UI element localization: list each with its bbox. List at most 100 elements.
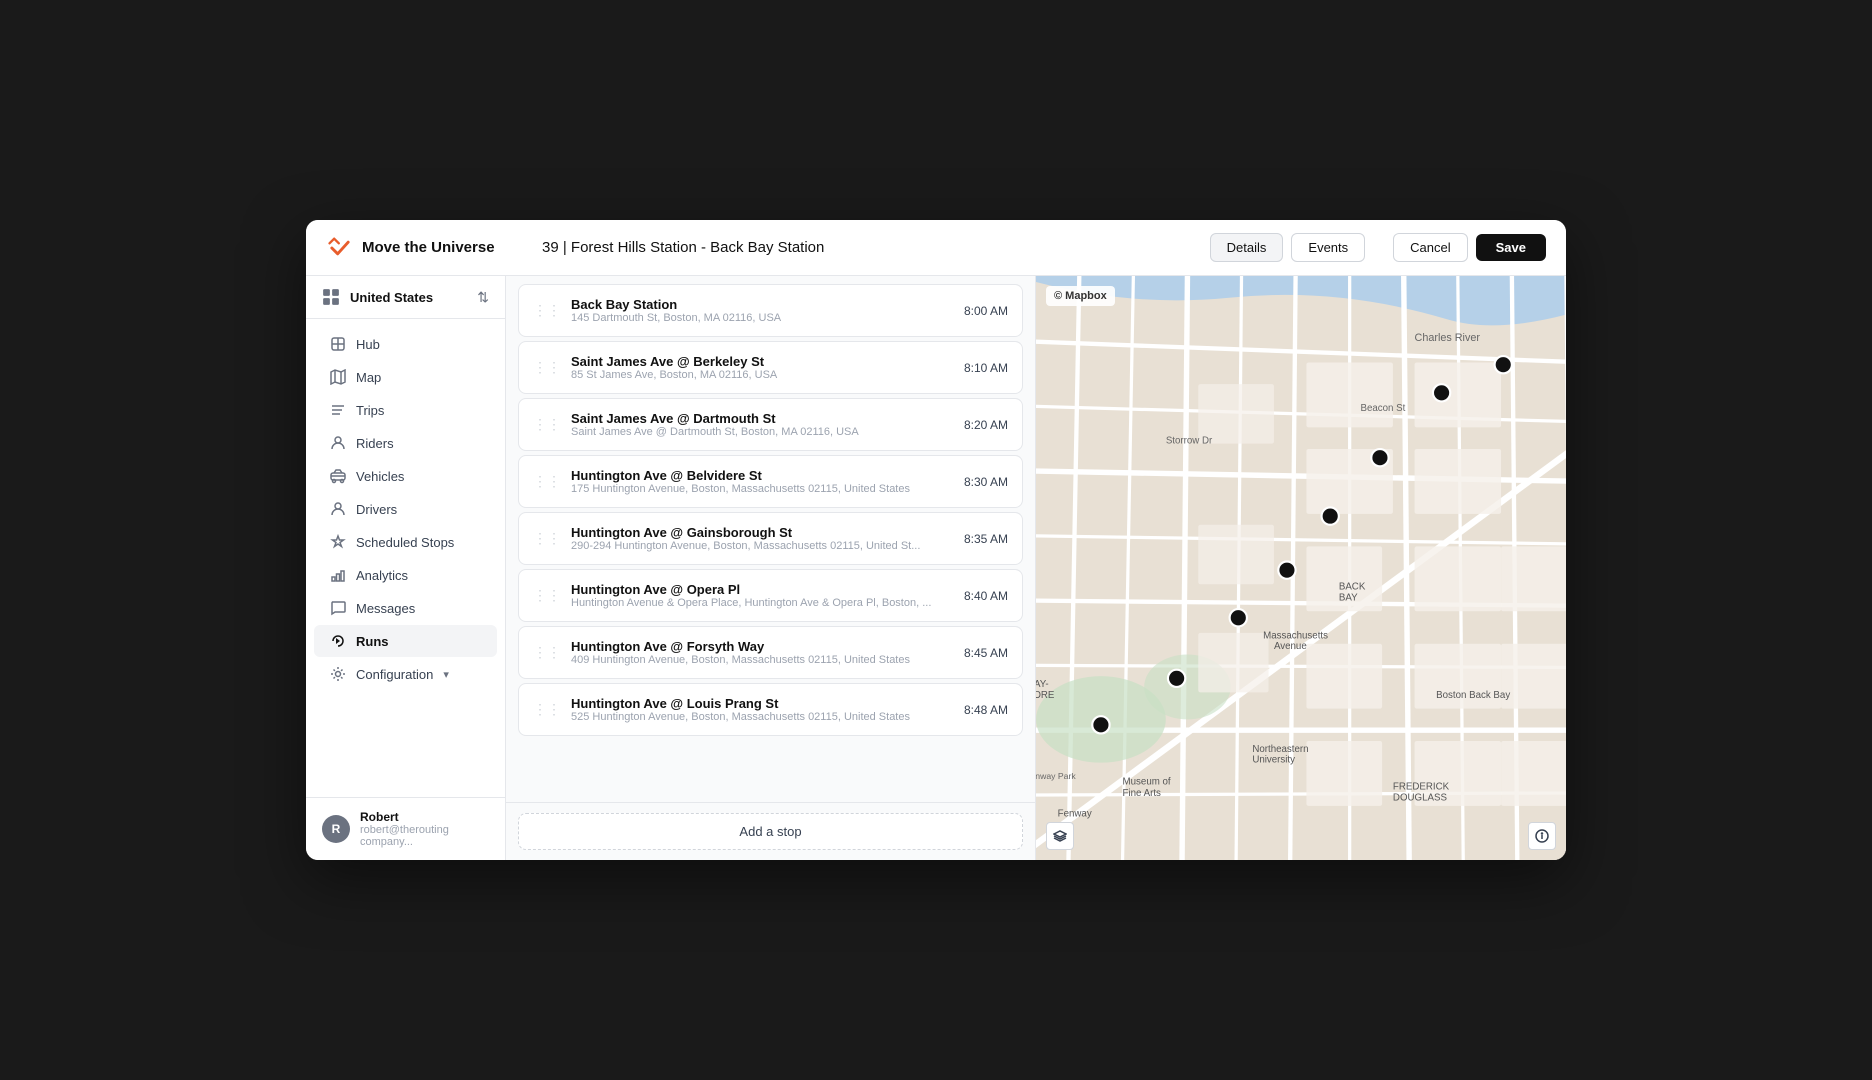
sidebar-item-configuration[interactable]: Configuration ▾	[314, 658, 497, 690]
stop-name: Saint James Ave @ Dartmouth St	[571, 411, 954, 426]
analytics-icon	[330, 567, 346, 583]
sidebar-item-label-analytics: Analytics	[356, 568, 408, 583]
sidebar: United States ⇅ Hub	[306, 276, 506, 860]
sidebar-item-trips[interactable]: Trips	[314, 394, 497, 426]
svg-text:Massachusetts: Massachusetts	[1263, 630, 1328, 641]
configuration-expand-icon: ▾	[443, 668, 449, 681]
stop-address: 525 Huntington Avenue, Boston, Massachus…	[571, 711, 954, 723]
sidebar-item-label-messages: Messages	[356, 601, 415, 616]
sidebar-item-vehicles[interactable]: Vehicles	[314, 460, 497, 492]
hub-icon	[330, 336, 346, 352]
svg-text:WAY-: WAY-	[1036, 679, 1049, 690]
map-layers-button[interactable]	[1046, 822, 1074, 850]
add-stop-button[interactable]: Add a stop	[518, 813, 1023, 850]
stop-time: 8:10 AM	[964, 361, 1008, 375]
stop-address: 145 Dartmouth St, Boston, MA 02116, USA	[571, 312, 954, 324]
map-svg: BACK BAY Boston Back Bay Northeastern Un…	[1036, 276, 1566, 860]
drag-handle-icon: ⋮⋮	[533, 530, 561, 547]
stop-name: Huntington Ave @ Louis Prang St	[571, 696, 954, 711]
messages-icon	[330, 600, 346, 616]
app-window: Move the Universe 39 | Forest Hills Stat…	[306, 220, 1566, 860]
map-controls-bottom-right	[1528, 822, 1556, 850]
sidebar-item-map[interactable]: Map	[314, 361, 497, 393]
sidebar-item-label-map: Map	[356, 370, 381, 385]
chevron-updown-icon: ⇅	[477, 289, 489, 306]
sidebar-item-riders[interactable]: Riders	[314, 427, 497, 459]
stop-item[interactable]: ⋮⋮ Huntington Ave @ Forsyth Way 409 Hunt…	[518, 626, 1023, 679]
stop-name: Saint James Ave @ Berkeley St	[571, 354, 954, 369]
route-title: 39 | Forest Hills Station - Back Bay Sta…	[542, 239, 1194, 256]
brand-name: Move the Universe	[362, 239, 495, 256]
stop-time: 8:00 AM	[964, 304, 1008, 318]
sidebar-item-label-trips: Trips	[356, 403, 384, 418]
cancel-button[interactable]: Cancel	[1393, 233, 1467, 262]
sidebar-item-drivers[interactable]: Drivers	[314, 493, 497, 525]
svg-text:BAY: BAY	[1339, 592, 1358, 603]
stop-time: 8:35 AM	[964, 532, 1008, 546]
stop-address: 85 St James Ave, Boston, MA 02116, USA	[571, 369, 954, 381]
svg-text:Fenway Park: Fenway Park	[1036, 771, 1076, 781]
brand-icon	[326, 234, 354, 262]
stop-address: 290-294 Huntington Avenue, Boston, Massa…	[571, 540, 954, 552]
stop-item[interactable]: ⋮⋮ Back Bay Station 145 Dartmouth St, Bo…	[518, 284, 1023, 337]
user-name: Robert	[360, 810, 489, 824]
svg-text:MORE: MORE	[1036, 690, 1055, 701]
sidebar-item-runs[interactable]: Runs	[314, 625, 497, 657]
sidebar-item-label-runs: Runs	[356, 634, 389, 649]
sidebar-item-label-hub: Hub	[356, 337, 380, 352]
stop-time: 8:45 AM	[964, 646, 1008, 660]
svg-text:Boston Back Bay: Boston Back Bay	[1436, 690, 1510, 701]
map-icon	[330, 369, 346, 385]
svg-text:BACK: BACK	[1339, 582, 1366, 593]
stop-address: Huntington Avenue & Opera Place, Hunting…	[571, 597, 954, 609]
svg-text:University: University	[1252, 755, 1295, 766]
stop-item[interactable]: ⋮⋮ Huntington Ave @ Opera Pl Huntington …	[518, 569, 1023, 622]
map-controls-bottom-left	[1046, 822, 1074, 850]
stop-time: 8:30 AM	[964, 475, 1008, 489]
map-info-button[interactable]	[1528, 822, 1556, 850]
drag-handle-icon: ⋮⋮	[533, 644, 561, 661]
map-panel: BACK BAY Boston Back Bay Northeastern Un…	[1036, 276, 1566, 860]
stop-info: Huntington Ave @ Louis Prang St 525 Hunt…	[571, 696, 954, 723]
grid-icon	[322, 288, 340, 306]
header-actions: Details Events Cancel Save	[1210, 233, 1546, 262]
sidebar-item-analytics[interactable]: Analytics	[314, 559, 497, 591]
stop-info: Huntington Ave @ Opera Pl Huntington Ave…	[571, 582, 954, 609]
sidebar-item-hub[interactable]: Hub	[314, 328, 497, 360]
user-email: robert@therouting company...	[360, 824, 489, 848]
sidebar-item-label-drivers: Drivers	[356, 502, 397, 517]
drivers-icon	[330, 501, 346, 517]
stop-name: Back Bay Station	[571, 297, 954, 312]
svg-text:Fine Arts: Fine Arts	[1123, 788, 1161, 799]
save-button[interactable]: Save	[1476, 234, 1546, 261]
stop-name: Huntington Ave @ Belvidere St	[571, 468, 954, 483]
stop-item[interactable]: ⋮⋮ Saint James Ave @ Dartmouth St Saint …	[518, 398, 1023, 451]
mapbox-logo-text: © Mapbox	[1054, 290, 1107, 302]
stop-item[interactable]: ⋮⋮ Huntington Ave @ Belvidere St 175 Hun…	[518, 455, 1023, 508]
stop-info: Saint James Ave @ Dartmouth St Saint Jam…	[571, 411, 954, 438]
avatar: R	[322, 815, 350, 843]
stop-name: Huntington Ave @ Opera Pl	[571, 582, 954, 597]
trips-icon	[330, 402, 346, 418]
stop-address: 409 Huntington Avenue, Boston, Massachus…	[571, 654, 954, 666]
drag-handle-icon: ⋮⋮	[533, 359, 561, 376]
stop-item[interactable]: ⋮⋮ Huntington Ave @ Louis Prang St 525 H…	[518, 683, 1023, 736]
vehicles-icon	[330, 468, 346, 484]
events-tab[interactable]: Events	[1291, 233, 1365, 262]
nav-items: Hub Map Trips	[306, 319, 505, 797]
svg-text:Avenue: Avenue	[1274, 641, 1307, 652]
stop-info: Back Bay Station 145 Dartmouth St, Bosto…	[571, 297, 954, 324]
stop-item[interactable]: ⋮⋮ Saint James Ave @ Berkeley St 85 St J…	[518, 341, 1023, 394]
svg-text:Storrow Dr: Storrow Dr	[1166, 436, 1213, 447]
header-brand: Move the Universe	[326, 234, 526, 262]
sidebar-item-messages[interactable]: Messages	[314, 592, 497, 624]
stop-info: Huntington Ave @ Belvidere St 175 Huntin…	[571, 468, 954, 495]
stop-item[interactable]: ⋮⋮ Huntington Ave @ Gainsborough St 290-…	[518, 512, 1023, 565]
svg-text:Museum of: Museum of	[1123, 776, 1171, 787]
sidebar-item-label-vehicles: Vehicles	[356, 469, 404, 484]
svg-text:DOUGLASS: DOUGLASS	[1393, 793, 1448, 804]
sidebar-item-scheduled-stops[interactable]: Scheduled Stops	[314, 526, 497, 558]
stop-address: Saint James Ave @ Dartmouth St, Boston, …	[571, 426, 954, 438]
sidebar-org[interactable]: United States ⇅	[306, 276, 505, 319]
details-tab[interactable]: Details	[1210, 233, 1284, 262]
